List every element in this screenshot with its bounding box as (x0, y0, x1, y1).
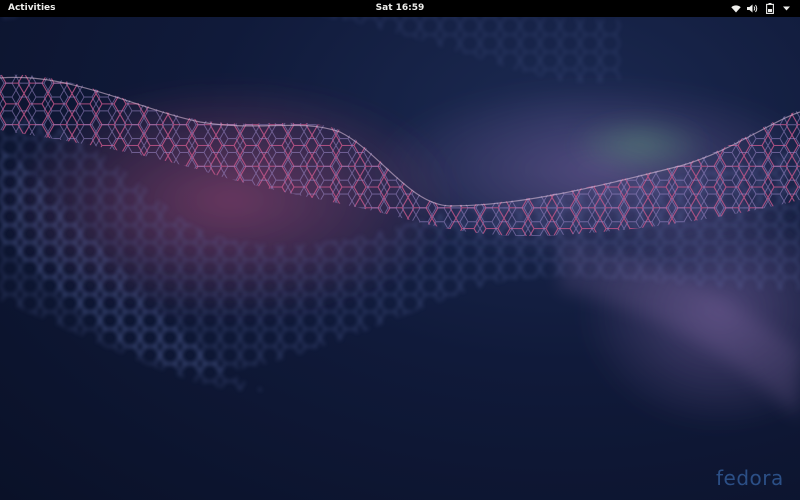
wifi-icon[interactable] (730, 0, 741, 17)
fedora-logo: fedora (716, 466, 784, 490)
chevron-down-icon[interactable] (781, 0, 792, 17)
activities-button[interactable]: Activities (0, 0, 64, 17)
clock[interactable]: Sat 16:59 (360, 0, 440, 17)
system-tray[interactable] (730, 0, 792, 17)
desktop: Activities Sat 16:59 fedora (0, 0, 800, 500)
top-bar: Activities Sat 16:59 (0, 0, 800, 17)
battery-icon[interactable] (764, 0, 775, 17)
volume-icon[interactable] (747, 0, 758, 17)
wallpaper (0, 0, 800, 430)
